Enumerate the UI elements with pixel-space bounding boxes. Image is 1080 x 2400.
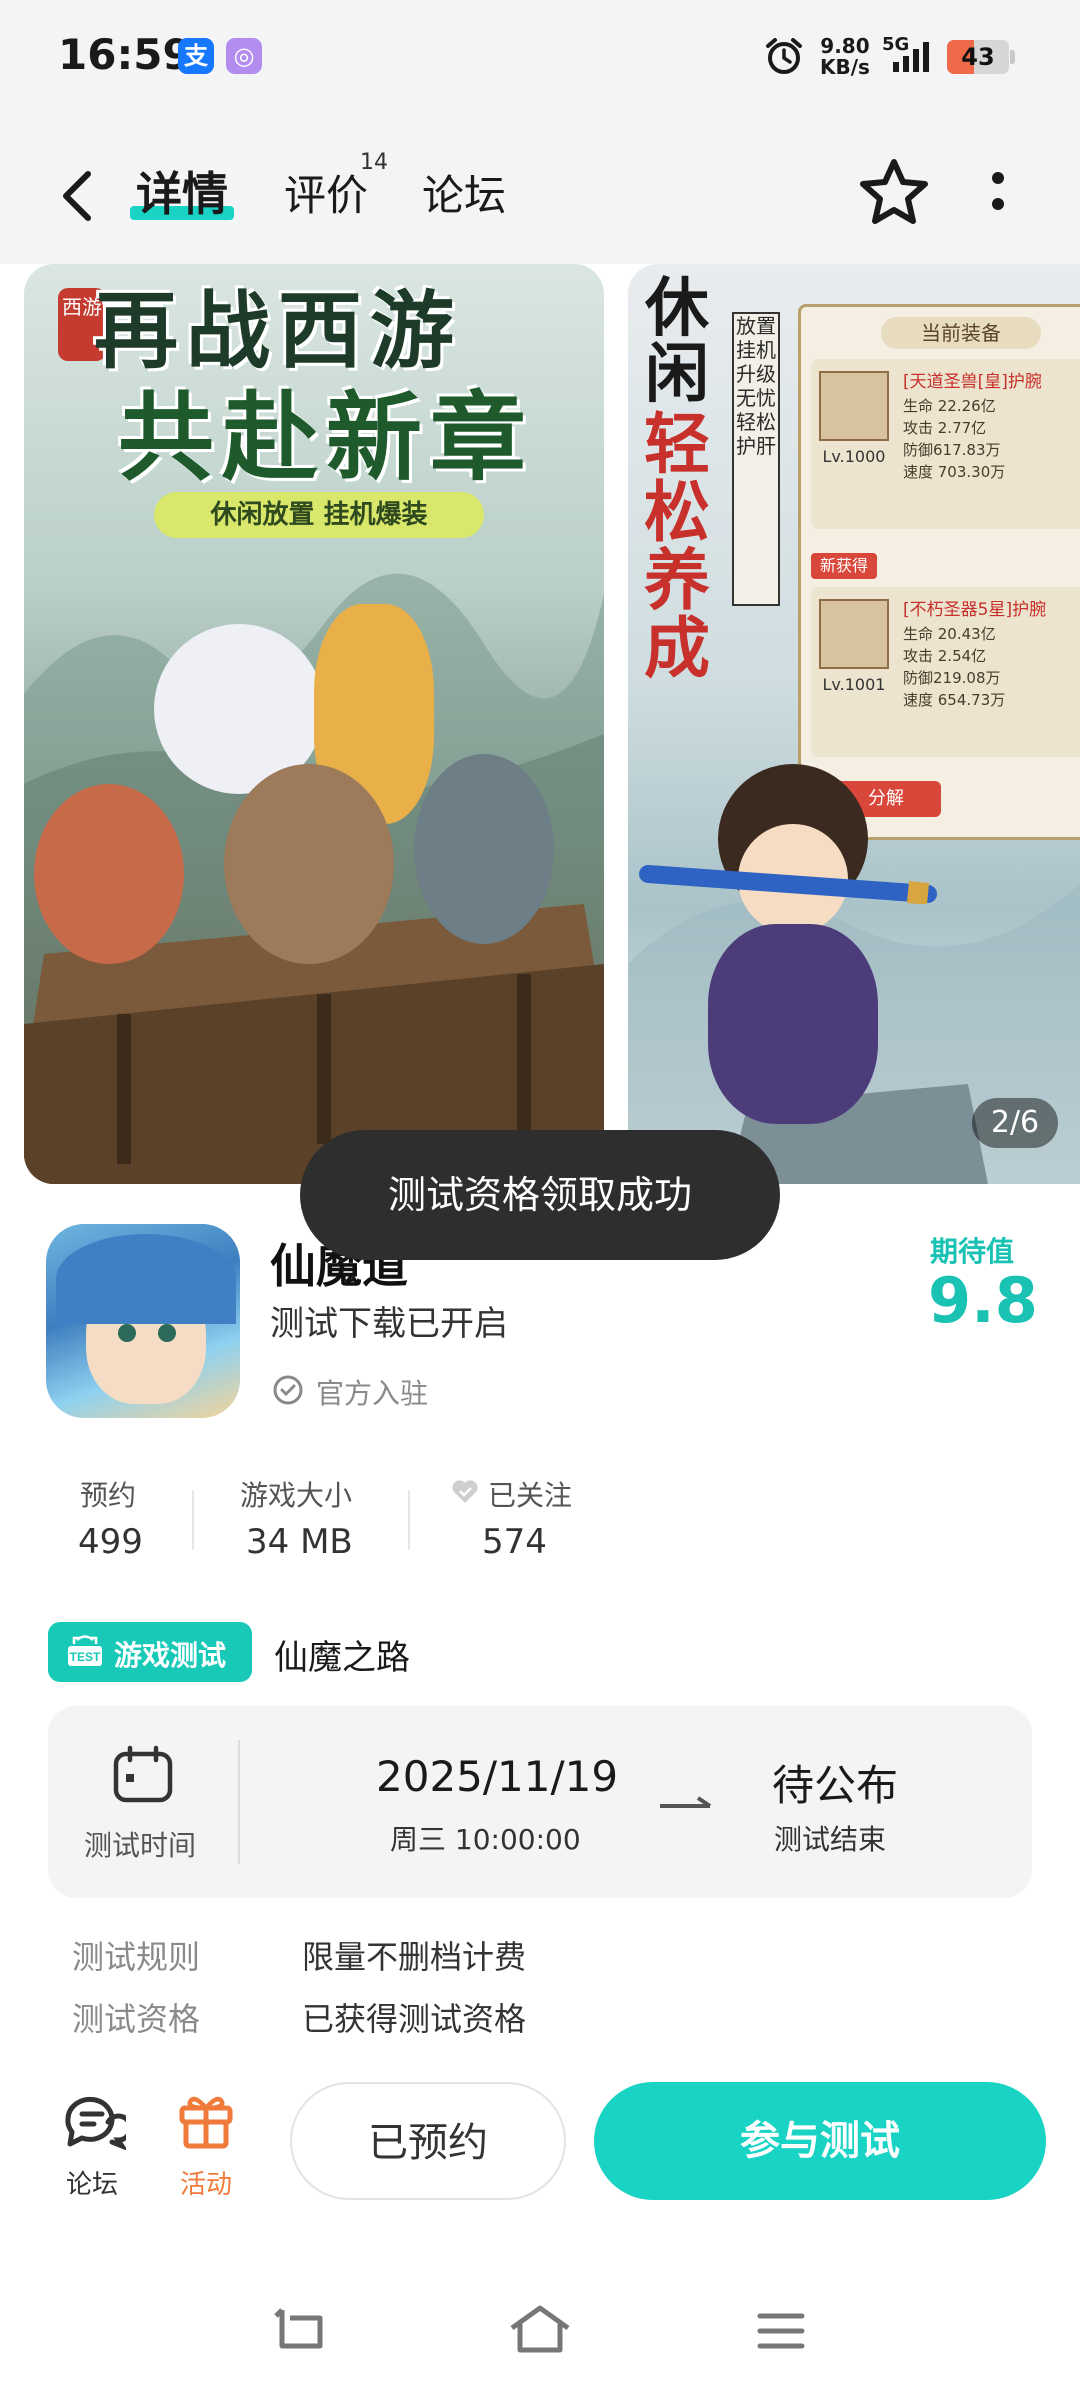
back-icon[interactable]: [58, 168, 98, 224]
test-start-time: 周三 10:00:00: [390, 1823, 581, 1856]
banner-2-title-red: 轻松养成: [644, 405, 710, 687]
qualification-value: 已获得测试资格: [302, 2000, 527, 2038]
signal-icon: [893, 42, 929, 72]
stat-reserve-value: 499: [78, 1522, 143, 1562]
qualification-label: 测试资格: [72, 2000, 201, 2038]
official-label: 官方入驻: [316, 1377, 429, 1410]
arrow-right-icon: [660, 1796, 712, 1808]
test-icon: TEST: [68, 1635, 102, 1666]
svg-text:TEST: TEST: [70, 1650, 101, 1664]
rule-label: 测试规则: [72, 1938, 201, 1976]
equipment-card: Lv.1001 [不朽圣器5星]护腕 生命 20.43亿 攻击 2.54亿 防御…: [811, 587, 1080, 757]
system-home-icon[interactable]: [508, 2304, 572, 2354]
game-icon: [46, 1224, 240, 1418]
expectation-score: 9.8: [928, 1264, 1038, 1337]
banner-2-slogan: 放置挂机 升级无忧 轻松护肝: [732, 312, 780, 606]
rule-value: 限量不删档计费: [302, 1938, 527, 1976]
equipment-level: Lv.1000: [822, 447, 886, 466]
tab-review[interactable]: 评价: [284, 162, 368, 223]
hero-body: [708, 924, 878, 1124]
divider: [192, 1490, 194, 1550]
calendar-icon: [113, 1745, 173, 1803]
gift-icon[interactable]: [178, 2090, 234, 2150]
battery-icon: 43: [947, 40, 1009, 74]
heart-check-icon: [452, 1480, 478, 1503]
review-count: 14: [360, 150, 388, 175]
system-back-icon[interactable]: [272, 2306, 328, 2352]
equipment-stats: 生命 20.43亿 攻击 2.54亿 防御219.08万 速度 654.73万: [903, 625, 1006, 709]
status-time: 16:59: [58, 30, 192, 79]
verified-icon: [273, 1375, 303, 1405]
equipment-image: [819, 371, 889, 441]
test-end-label: 测试结束: [774, 1823, 887, 1856]
toast-message: 测试资格领取成功: [300, 1130, 780, 1260]
game-test-tag-label: 游戏测试: [114, 1639, 227, 1672]
alarm-icon: [766, 38, 802, 74]
banner-2-title: 休闲: [645, 271, 709, 412]
divider: [408, 1490, 410, 1550]
pig-figure: [34, 784, 184, 964]
stat-size-label: 游戏大小: [240, 1479, 353, 1512]
equipment-panel-title: 当前装备: [881, 317, 1041, 349]
equipment-stats: 生命 22.26亿 攻击 2.77亿 防御617.83万 速度 703.30万: [903, 397, 1006, 481]
star-icon[interactable]: [858, 156, 930, 228]
equipment-image: [819, 599, 889, 669]
equipment-card: Lv.1000 [天道圣兽[皇]护腕 生命 22.26亿 攻击 2.77亿 防御…: [811, 359, 1080, 529]
equipment-panel: 当前装备 Lv.1000 [天道圣兽[皇]护腕 生命 22.26亿 攻击 2.7…: [798, 304, 1080, 840]
stat-size-value: 34 MB: [246, 1522, 353, 1562]
divider: [238, 1740, 240, 1864]
hero-staff: [639, 865, 937, 904]
test-start-date: 2025/11/19: [376, 1752, 619, 1801]
banner-1-subtitle: 休闲放置 挂机爆装: [154, 492, 484, 538]
banner-page-indicator: 2/6: [972, 1098, 1058, 1148]
banner-image-1[interactable]: 西游 再战西游 共赴新章 休闲放置 挂机爆装: [24, 264, 604, 1184]
reserved-button[interactable]: 已预约: [290, 2082, 566, 2200]
test-time-label: 测试时间: [84, 1829, 197, 1862]
battery-tip: [1010, 50, 1015, 64]
net-speed: 9.80 KB/s: [820, 34, 870, 79]
tab-forum[interactable]: 论坛: [422, 162, 506, 223]
equipment-title: [天道圣兽[皇]护腕: [903, 372, 1042, 392]
monkey-figure: [224, 764, 394, 964]
equipment-title: [不朽圣器5星]护腕: [903, 600, 1047, 620]
tab-detail[interactable]: 详情: [136, 158, 228, 224]
banner-image-2[interactable]: 休闲 轻松养成 放置挂机 升级无忧 轻松护肝 当前装备 Lv.1000 [天道圣…: [628, 264, 1080, 1184]
activity-nav-label[interactable]: 活动: [180, 2164, 232, 2201]
game-status: 测试下载已开启: [270, 1304, 508, 1344]
monk-sha-figure: [414, 754, 554, 944]
more-icon[interactable]: [990, 170, 1006, 214]
stat-follow-label: 已关注: [488, 1479, 573, 1512]
forum-icon[interactable]: [62, 2092, 126, 2150]
forum-nav-label[interactable]: 论坛: [66, 2164, 118, 2201]
alipay-icon: 支: [178, 38, 214, 74]
stat-follow-value: 574: [482, 1522, 547, 1562]
join-test-button[interactable]: 参与测试: [594, 2082, 1046, 2200]
banner-1-title-line2: 共赴新章: [118, 381, 534, 494]
test-name: 仙魔之路: [274, 1638, 410, 1678]
test-end-status: 待公布: [772, 1761, 899, 1810]
equipment-level: Lv.1001: [822, 675, 886, 694]
pay-icon: ◎: [226, 38, 262, 74]
game-test-tag: TEST 游戏测试: [48, 1622, 252, 1682]
stat-reserve-label: 预约: [80, 1479, 137, 1512]
system-menu-icon[interactable]: [756, 2310, 806, 2352]
new-item-tag: 新获得: [811, 553, 877, 579]
